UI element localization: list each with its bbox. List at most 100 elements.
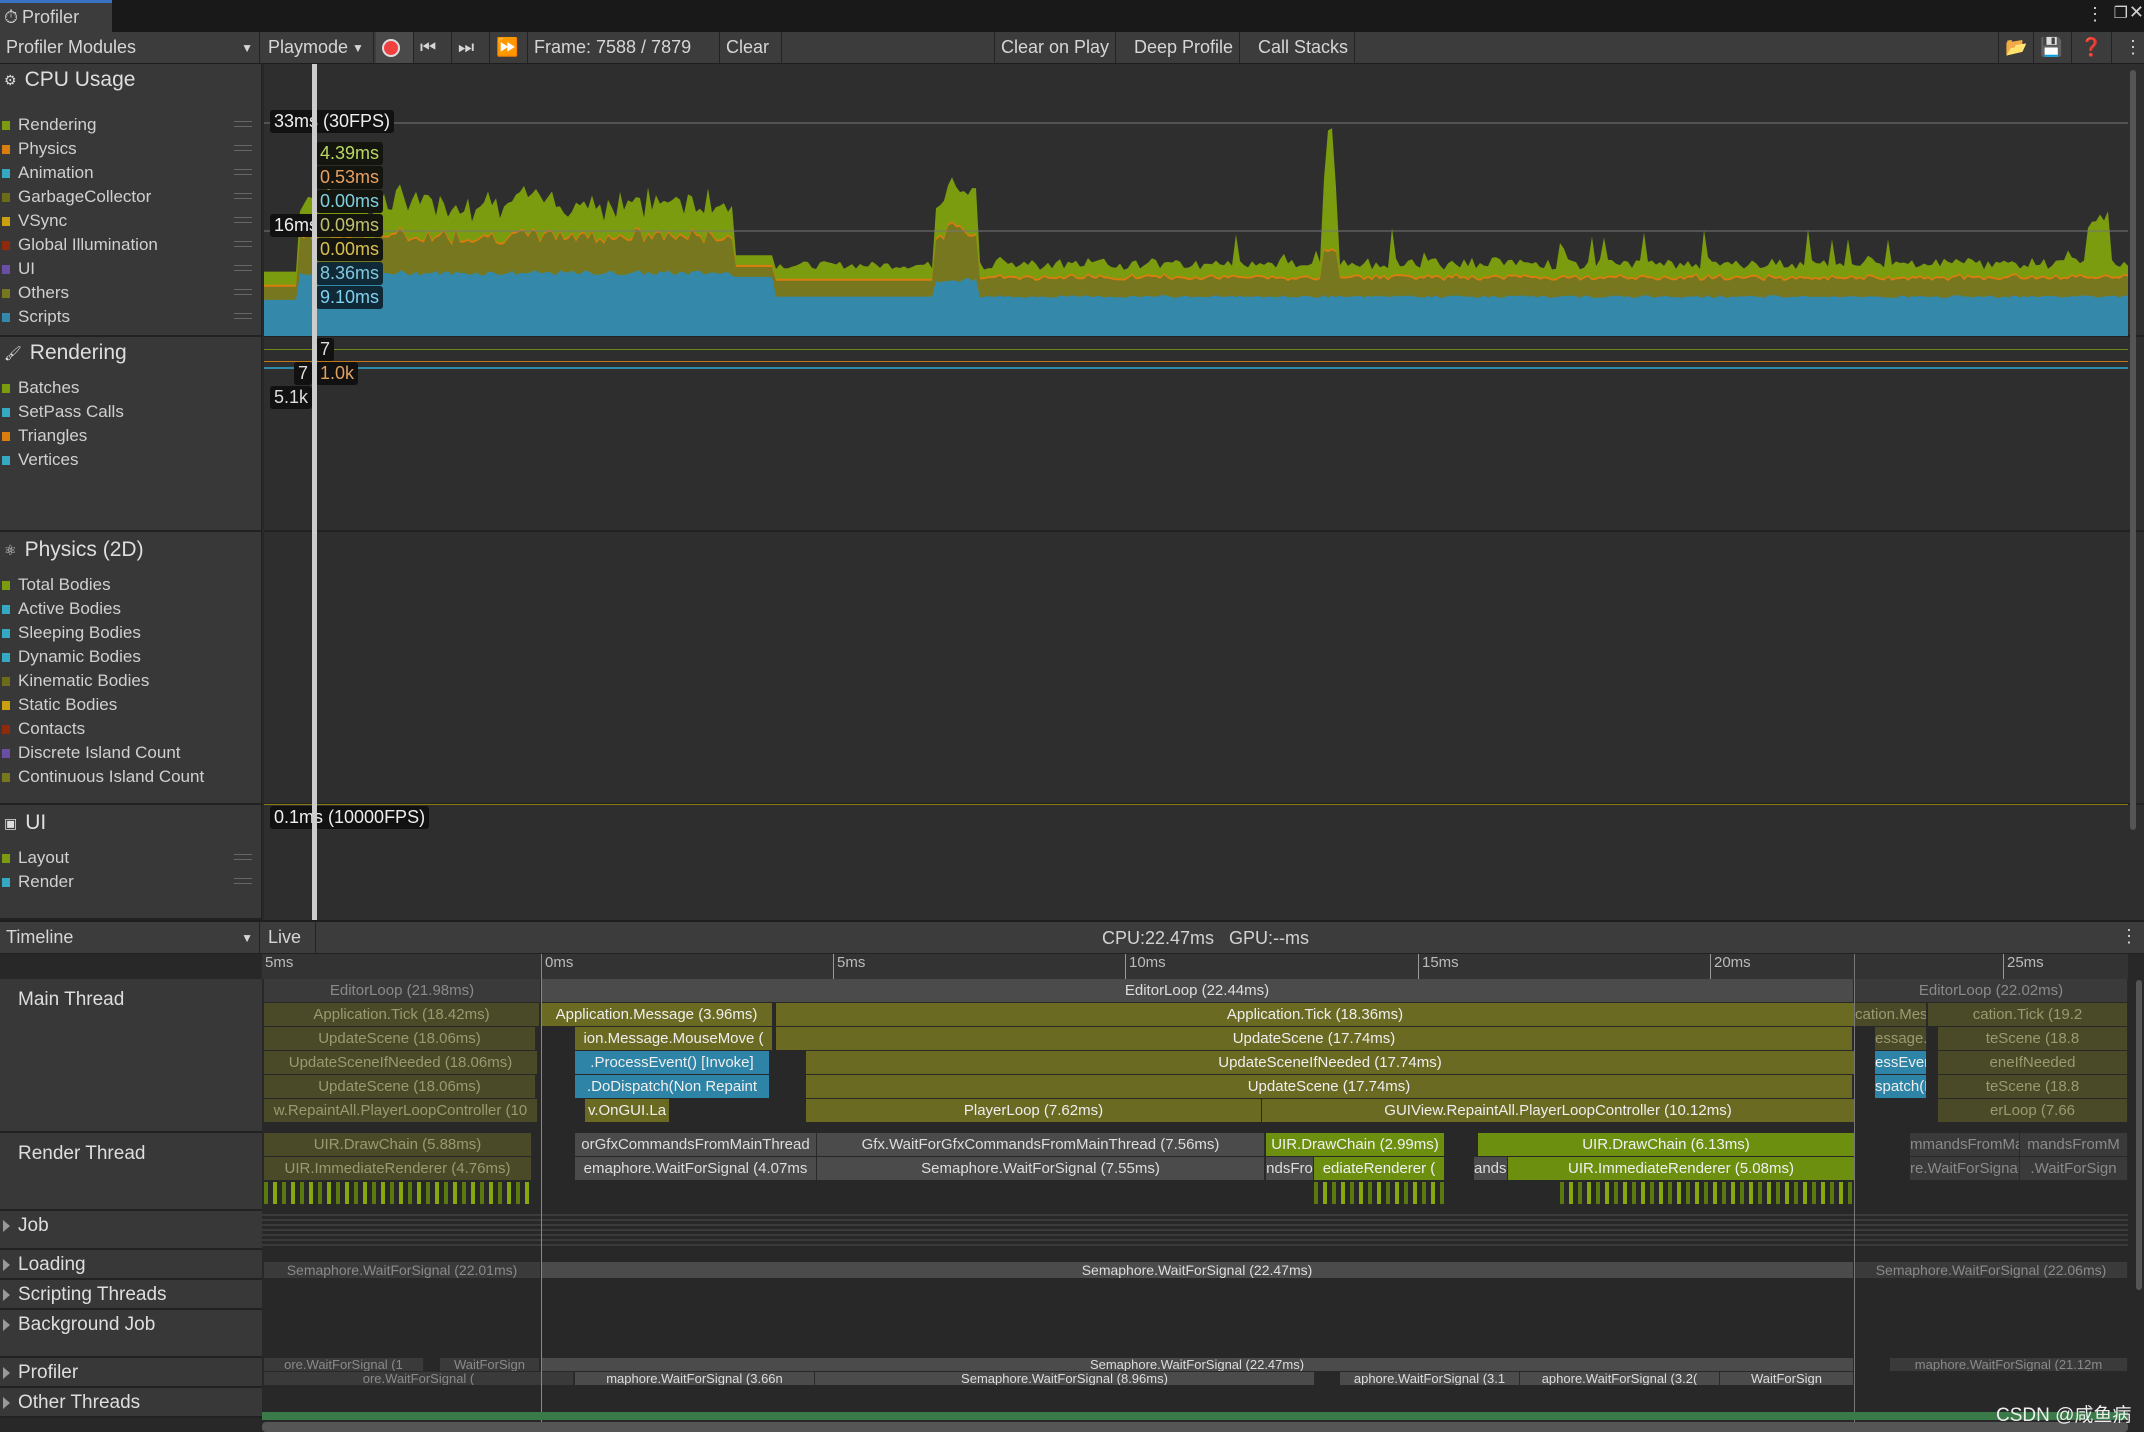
thread-background-job[interactable]: Background Job — [0, 1310, 262, 1358]
timeline-sample[interactable]: UIR.ImmediateRenderer (4.76ms) — [264, 1157, 532, 1180]
timeline-sample[interactable]: UIR.DrawChain (6.13ms) — [1478, 1133, 1855, 1156]
timeline-sample[interactable]: Semaphore.WaitForSignal (7.55ms) — [817, 1157, 1265, 1180]
rendering-chart[interactable] — [264, 337, 2144, 532]
drag-handle-icon[interactable] — [234, 169, 252, 175]
close-icon[interactable]: ✕ — [2129, 2, 2144, 23]
timeline-sample[interactable]: spatch(Non Re — [1875, 1075, 1927, 1098]
legend-item-static-bodies[interactable]: Static Bodies — [0, 693, 258, 717]
timeline-sample[interactable]: UpdateSceneIfNeeded (18.06ms) — [264, 1051, 538, 1074]
legend-item-continuous-island-count[interactable]: Continuous Island Count — [0, 765, 258, 789]
thread-other-threads[interactable]: Other Threads — [0, 1388, 262, 1418]
timeline-sample[interactable]: cation.Tick (19.2 — [1928, 1003, 2128, 1026]
legend-item-dynamic-bodies[interactable]: Dynamic Bodies — [0, 645, 258, 669]
timeline-sample[interactable]: aphore.WaitForSignal (3.2( — [1520, 1372, 1720, 1385]
legend-item-sleeping-bodies[interactable]: Sleeping Bodies — [0, 621, 258, 645]
drag-handle-icon[interactable] — [234, 241, 252, 247]
timeline-sample[interactable]: EditorLoop (21.98ms) — [264, 979, 541, 1002]
playmode-dropdown[interactable]: Playmode ▼ — [262, 32, 374, 63]
timeline-sample[interactable]: cation.Message (2.6 — [1855, 1003, 1927, 1026]
timeline-sample[interactable]: emaphore.WaitForSignal (4.07ms — [575, 1157, 817, 1180]
legend-item-garbagecollector[interactable]: GarbageCollector — [0, 185, 258, 209]
timeline-sample[interactable]: UpdateSceneIfNeeded (17.74ms) — [806, 1051, 1855, 1074]
timeline-sample[interactable]: ndsFro — [1266, 1157, 1314, 1180]
timeline-sample[interactable]: Application.Message (3.96ms) — [541, 1003, 773, 1026]
timeline-sample[interactable]: WaitForSign — [1720, 1372, 1854, 1385]
maximize-icon[interactable]: ❐ — [2114, 3, 2128, 23]
timeline-sample[interactable]: Semaphore.WaitForSignal (22.06ms) — [1855, 1262, 2128, 1278]
legend-item-batches[interactable]: Batches — [0, 376, 258, 400]
timeline-sample[interactable]: mmandsFromMa — [1910, 1133, 2020, 1156]
timeline-sample[interactable]: GUIView.RepaintAll.PlayerLoopController … — [1262, 1099, 1855, 1122]
live-toggle[interactable]: Live — [262, 922, 316, 953]
previous-frame-button[interactable]: ⏮ — [414, 32, 452, 63]
legend-item-vsync[interactable]: VSync — [0, 209, 258, 233]
timeline-sample[interactable]: Semaphore.WaitForSignal (22.47ms) — [541, 1358, 1854, 1371]
timeline-sample[interactable]: essEvent() [Inv — [1875, 1051, 1927, 1074]
legend-item-layout[interactable]: Layout — [0, 846, 258, 870]
timeline-sample[interactable]: .WaitForSign — [2020, 1157, 2128, 1180]
timeline-sample[interactable]: eneIfNeeded — [1938, 1051, 2128, 1074]
modules-scrollbar[interactable] — [2130, 70, 2136, 830]
clear-on-play-toggle[interactable]: Clear on Play — [994, 32, 1117, 63]
timeline-sample[interactable]: teScene (18.8 — [1938, 1075, 2128, 1098]
timeline-sample[interactable]: UIR.DrawChain (5.88ms) — [264, 1133, 532, 1156]
legend-item-physics[interactable]: Physics — [0, 137, 258, 161]
timeline-sample[interactable]: ediateRenderer ( — [1314, 1157, 1445, 1180]
timeline-sample[interactable]: mandsFromM — [2020, 1133, 2128, 1156]
timeline-sample[interactable]: .ProcessEvent() [Invoke] — [575, 1051, 770, 1074]
legend-item-total-bodies[interactable]: Total Bodies — [0, 573, 258, 597]
legend-item-others[interactable]: Others — [0, 281, 258, 305]
timeline-sample[interactable]: PlayerLoop (7.62ms) — [806, 1099, 1262, 1122]
timeline-sample[interactable]: EditorLoop (22.44ms) — [541, 979, 1854, 1002]
timeline-sample[interactable]: w.RepaintAll.PlayerLoopController (10 — [264, 1099, 538, 1122]
drag-handle-icon[interactable] — [234, 121, 252, 127]
timeline-sample[interactable]: .DoDispatch(Non Repaint — [575, 1075, 770, 1098]
kebab-icon[interactable]: ⋮ — [2120, 926, 2138, 947]
timeline-sample[interactable]: UIR.ImmediateRenderer (5.08ms) — [1508, 1157, 1855, 1180]
save-button[interactable]: 💾 — [2034, 32, 2072, 63]
ui-chart[interactable] — [264, 805, 2144, 920]
timeline-sample[interactable]: EditorLoop (22.02ms) — [1855, 979, 2128, 1002]
call-stacks-toggle[interactable]: Call Stacks — [1252, 32, 1356, 63]
legend-item-kinematic-bodies[interactable]: Kinematic Bodies — [0, 669, 258, 693]
timeline-sample[interactable]: maphore.WaitForSignal (3.66n — [575, 1372, 815, 1385]
options-button[interactable]: ⋮ — [2118, 32, 2144, 63]
timeline-sample[interactable]: Semaphore.WaitForSignal (22.47ms) — [541, 1262, 1854, 1278]
timeline-horizontal-scrollbar[interactable] — [262, 1422, 2128, 1432]
kebab-icon[interactable]: ⋮ — [2086, 4, 2104, 25]
profiler-modules-dropdown[interactable]: Profiler Modules ▼ — [0, 32, 260, 63]
timeline-sample[interactable]: Application.Tick (18.36ms) — [776, 1003, 1855, 1026]
legend-item-active-bodies[interactable]: Active Bodies — [0, 597, 258, 621]
thread-scripting-threads[interactable]: Scripting Threads — [0, 1280, 262, 1310]
timeline-sample[interactable]: WaitForSign — [440, 1358, 540, 1371]
selected-frame-marker[interactable] — [312, 64, 317, 920]
thread-job[interactable]: Job — [0, 1211, 262, 1250]
timeline-sample[interactable]: UpdateScene (17.74ms) — [776, 1027, 1853, 1050]
timeline-sample[interactable]: Gfx.WaitForGfxCommandsFromMainThread (7.… — [817, 1133, 1265, 1156]
timeline-sample[interactable]: v.OnGUI.La — [585, 1099, 670, 1122]
timeline-sample[interactable]: andsFron — [1474, 1157, 1508, 1180]
thread-render-thread[interactable]: Render Thread — [0, 1133, 262, 1211]
legend-item-rendering[interactable]: Rendering — [0, 113, 258, 137]
tab-profiler[interactable]: ⏱ Profiler — [0, 0, 112, 32]
timeline-sample[interactable]: UpdateScene (17.74ms) — [806, 1075, 1853, 1098]
legend-item-ui[interactable]: UI — [0, 257, 258, 281]
drag-handle-icon[interactable] — [234, 145, 252, 151]
thread-main-thread[interactable]: Main Thread — [0, 979, 262, 1133]
drag-handle-icon[interactable] — [234, 217, 252, 223]
drag-handle-icon[interactable] — [234, 289, 252, 295]
legend-item-triangles[interactable]: Triangles — [0, 424, 258, 448]
thread-loading[interactable]: Loading — [0, 1250, 262, 1280]
legend-item-global-illumination[interactable]: Global Illumination — [0, 233, 258, 257]
drag-handle-icon[interactable] — [234, 313, 252, 319]
module-ui[interactable]: ▣ UI Layout Render — [0, 805, 262, 920]
timeline-sample[interactable]: re.WaitForSignal — [1910, 1157, 2020, 1180]
drag-handle-icon[interactable] — [234, 265, 252, 271]
deep-profile-toggle[interactable]: Deep Profile — [1128, 32, 1241, 63]
timeline-sample[interactable]: UpdateScene (18.06ms) — [264, 1027, 536, 1050]
timeline-sample[interactable]: teScene (18.8 — [1938, 1027, 2128, 1050]
timeline-sample[interactable]: Application.Tick (18.42ms) — [264, 1003, 540, 1026]
module-cpu-usage[interactable]: ⚙ CPU Usage Rendering Physics Animation Garb… — [0, 64, 262, 337]
cpu-area-chart[interactable] — [264, 64, 2144, 337]
timeline-sample[interactable]: ion.Message.MouseMove ( — [575, 1027, 773, 1050]
